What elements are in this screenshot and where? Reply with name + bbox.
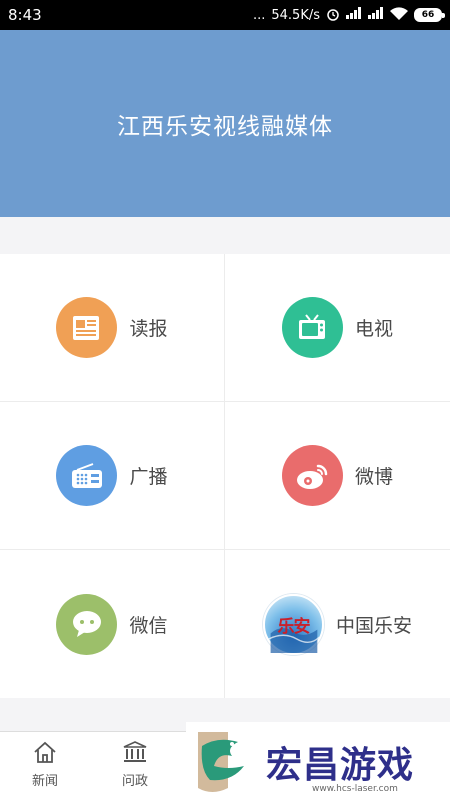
signal-icon-1: [346, 7, 362, 23]
grid-item-label: 广播: [129, 466, 168, 488]
radio-icon: [56, 445, 118, 506]
lean-logo-text: 乐安: [277, 616, 310, 637]
newspaper-icon: [56, 297, 118, 358]
grid-item-label: 微信: [129, 614, 168, 637]
grid-item-label: 中国乐安: [335, 614, 412, 637]
battery-icon: 66: [414, 8, 445, 22]
wechat-icon: [56, 593, 118, 655]
page-title: 江西乐安视线融媒体: [117, 113, 333, 140]
nav-item-government[interactable]: 问政: [90, 732, 180, 800]
network-speed: 54.5K/s: [271, 7, 320, 23]
tv-icon: [281, 297, 343, 358]
dragon-logo-icon: [188, 726, 252, 796]
grid-item-weibo[interactable]: 微博: [225, 402, 450, 550]
signal-icon-2: [368, 7, 384, 23]
nav-label-news: 新闻: [31, 774, 58, 789]
home-icon: [32, 740, 58, 768]
watermark-url: www.hcs-laser.com: [312, 784, 398, 794]
wifi-icon: [390, 6, 408, 24]
status-dots: ...: [252, 7, 266, 23]
grid-item-label: 读报: [129, 318, 168, 340]
grid-item-wechat[interactable]: 微信: [0, 550, 225, 698]
grid-item-label: 微博: [354, 466, 393, 488]
grid-item-radio[interactable]: 广播: [0, 402, 225, 550]
alarm-icon: [326, 7, 340, 24]
grid-item-label: 电视: [354, 318, 393, 340]
app-header: 江西乐安视线融媒体: [0, 30, 450, 217]
nav-label-government: 问政: [121, 774, 148, 789]
nav-item-news[interactable]: 新闻: [0, 732, 90, 800]
grid-item-tv[interactable]: 电视: [225, 254, 450, 402]
status-time: 8:43: [8, 6, 42, 24]
status-bar: 8:43 ... 54.5K/s 66: [0, 0, 450, 30]
government-icon: [122, 740, 148, 768]
grid-item-china-lean[interactable]: 乐安 中国乐安: [225, 550, 450, 698]
grid-item-read-newspaper[interactable]: 读报: [0, 254, 225, 402]
weibo-icon: [281, 445, 343, 506]
feature-grid: 读报 电视 广播 微博 微信 乐安 中国乐安: [0, 254, 450, 698]
lean-logo-icon: 乐安: [262, 593, 324, 655]
status-icons: ... 54.5K/s 66: [252, 6, 445, 24]
watermark-overlay: 宏昌游戏网 www.hcs-laser.com: [186, 722, 450, 800]
